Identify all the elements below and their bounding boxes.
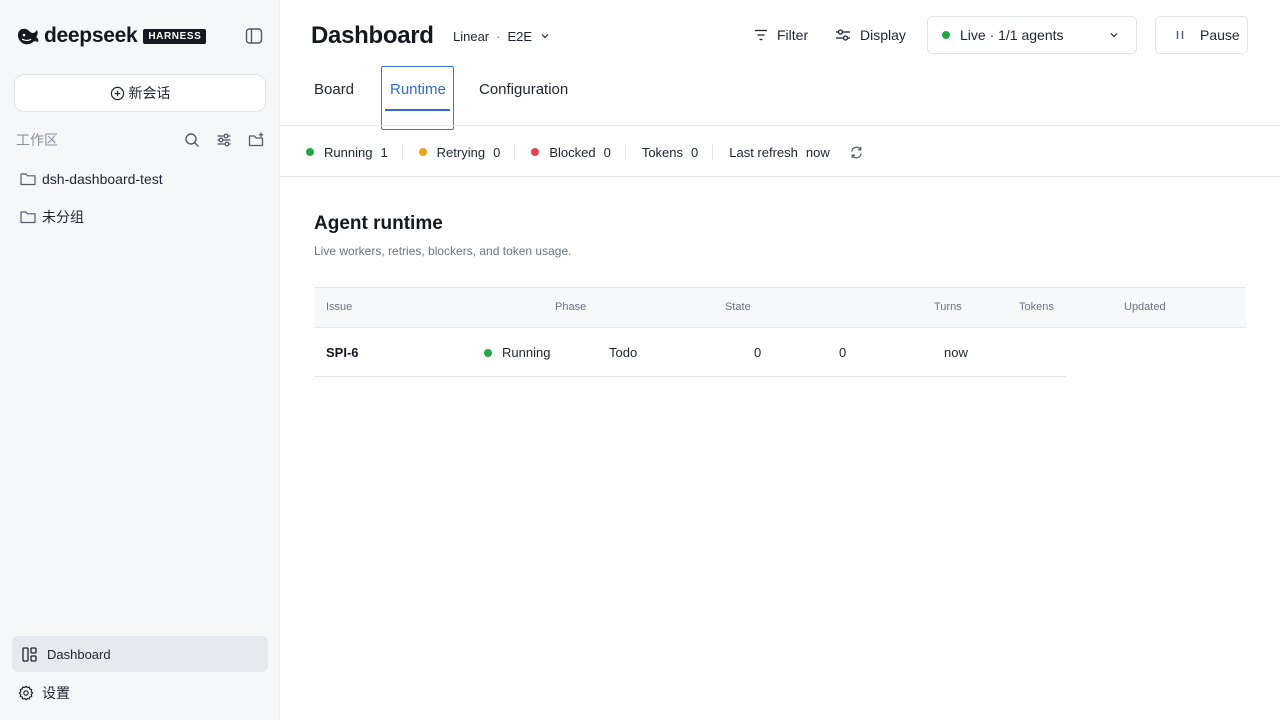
live-status-dot bbox=[942, 31, 950, 39]
new-folder-button[interactable] bbox=[246, 130, 266, 150]
stat-last-refresh: Last refresh now bbox=[729, 145, 830, 160]
nav-item-dashboard[interactable]: Dashboard bbox=[12, 636, 268, 672]
sidebar: deepseek HARNESS 新会话 工作区 dsh-dashboard-t… bbox=[0, 0, 280, 720]
nav-dashboard-label: Dashboard bbox=[47, 646, 111, 662]
stat-retrying-value: 0 bbox=[493, 144, 501, 160]
stat-blocked-value: 0 bbox=[603, 144, 611, 160]
workspace-search-button[interactable] bbox=[182, 130, 202, 150]
stat-tokens: Tokens 0 bbox=[642, 145, 698, 160]
new-chat-button[interactable]: 新会话 bbox=[14, 74, 266, 112]
folder-item[interactable]: dsh-dashboard-test bbox=[20, 168, 163, 190]
project-selector[interactable]: Linear · E2E bbox=[453, 27, 549, 45]
folder-label: 未分组 bbox=[42, 209, 84, 225]
column-header-turns[interactable]: Turns bbox=[934, 301, 962, 313]
active-tab-indicator bbox=[385, 109, 450, 111]
gear-icon bbox=[18, 685, 34, 701]
stat-last-refresh-value: now bbox=[805, 144, 830, 160]
pause-label: Pause bbox=[1200, 27, 1240, 43]
workspace-header: 工作区 bbox=[16, 130, 266, 150]
display-button[interactable]: Display bbox=[835, 24, 906, 46]
tab-runtime-label: Runtime bbox=[390, 81, 446, 98]
runtime-stats-bar: Running 1 Retrying 0 Blocked 0 Tokens 0 … bbox=[306, 142, 863, 162]
stat-divider bbox=[624, 144, 626, 160]
column-header-state[interactable]: State bbox=[725, 301, 751, 313]
sidebar-toggle-button[interactable] bbox=[244, 26, 264, 46]
page-title: Dashboard bbox=[311, 22, 434, 49]
column-header-issue[interactable]: Issue bbox=[326, 301, 352, 313]
whale-logo-icon bbox=[18, 28, 39, 45]
retrying-status-dot bbox=[418, 148, 427, 156]
stat-tokens-label: Tokens bbox=[641, 144, 684, 160]
column-header-updated[interactable]: Updated bbox=[1124, 301, 1166, 313]
brand[interactable]: deepseek HARNESS bbox=[16, 24, 207, 48]
workspace-filter-button[interactable] bbox=[214, 130, 234, 150]
stat-running: Running 1 bbox=[306, 145, 388, 160]
cell-tokens: 0 bbox=[839, 345, 847, 360]
stat-blocked: Blocked 0 bbox=[531, 144, 611, 160]
filter-icon bbox=[755, 29, 767, 41]
stat-retrying: Retrying 0 bbox=[418, 144, 501, 160]
cell-phase-label: Running bbox=[502, 345, 551, 360]
workspace-title: 工作区 bbox=[16, 132, 58, 148]
search-icon bbox=[185, 133, 199, 147]
pause-button[interactable]: Pause bbox=[1155, 16, 1248, 54]
folder-item[interactable]: 未分组 bbox=[20, 206, 84, 228]
folder-icon bbox=[20, 173, 36, 186]
filter-button[interactable]: Filter bbox=[754, 24, 808, 46]
live-agents-selector[interactable]: Live · 1/1 agents bbox=[927, 16, 1137, 54]
blocked-status-dot bbox=[531, 148, 540, 156]
tab-configuration[interactable]: Configuration bbox=[479, 80, 568, 102]
project-label: E2E bbox=[507, 28, 533, 44]
tab-runtime[interactable]: Runtime bbox=[381, 66, 454, 130]
plus-circle-icon bbox=[110, 86, 124, 100]
table-row[interactable]: SPI-6 Running Todo 0 0 now bbox=[314, 328, 1066, 377]
column-header-phase[interactable]: Phase bbox=[555, 301, 586, 313]
running-status-dot bbox=[306, 148, 314, 156]
stat-tokens-value: 0 bbox=[691, 144, 699, 160]
sidebar-toggle-icon bbox=[245, 28, 263, 44]
stat-running-label: Running bbox=[324, 144, 373, 160]
cell-issue[interactable]: SPI-6 bbox=[326, 345, 359, 360]
cell-phase: Running bbox=[484, 345, 550, 360]
live-status-label: Live · 1/1 agents bbox=[960, 27, 1064, 43]
cell-state: Todo bbox=[609, 345, 638, 360]
nav-settings-label: 设置 bbox=[42, 685, 70, 701]
filter-label: Filter bbox=[777, 27, 809, 43]
stat-divider bbox=[401, 144, 403, 160]
chevron-down-icon bbox=[541, 34, 549, 39]
column-header-tokens[interactable]: Tokens bbox=[1019, 301, 1054, 313]
tabs-divider bbox=[280, 125, 1280, 126]
stat-blocked-label: Blocked bbox=[549, 144, 596, 160]
table-header: Issue Phase State Turns Tokens Updated bbox=[314, 287, 1246, 328]
refresh-icon[interactable] bbox=[850, 146, 863, 159]
new-chat-label: 新会话 bbox=[128, 85, 171, 101]
display-label: Display bbox=[860, 27, 906, 43]
brand-name: deepseek bbox=[44, 24, 138, 47]
pause-icon bbox=[1176, 31, 1184, 39]
folder-icon bbox=[20, 211, 36, 224]
stat-divider bbox=[514, 144, 516, 160]
folder-plus-icon bbox=[248, 132, 263, 147]
folder-label: dsh-dashboard-test bbox=[42, 171, 163, 187]
brand-badge: HARNESS bbox=[143, 28, 207, 44]
tab-board[interactable]: Board bbox=[314, 80, 354, 102]
section-subtitle: Live workers, retries, blockers, and tok… bbox=[314, 244, 572, 258]
stat-divider bbox=[712, 144, 714, 160]
chevron-down-icon bbox=[1110, 33, 1118, 38]
cell-turns: 0 bbox=[754, 345, 762, 360]
cell-updated: now bbox=[944, 345, 968, 360]
section-title: Agent runtime bbox=[314, 213, 443, 234]
display-settings-icon bbox=[836, 29, 850, 41]
phase-status-dot bbox=[484, 348, 492, 357]
provider-label: Linear bbox=[453, 28, 490, 44]
stat-last-refresh-label: Last refresh bbox=[729, 144, 798, 160]
stats-divider bbox=[280, 176, 1280, 177]
nav-item-settings[interactable]: 设置 bbox=[18, 682, 70, 704]
sliders-icon bbox=[217, 133, 231, 147]
stat-running-value: 1 bbox=[380, 144, 388, 160]
source-separator: · bbox=[496, 28, 501, 44]
stat-retrying-label: Retrying bbox=[436, 144, 486, 160]
dashboard-icon bbox=[22, 646, 37, 662]
